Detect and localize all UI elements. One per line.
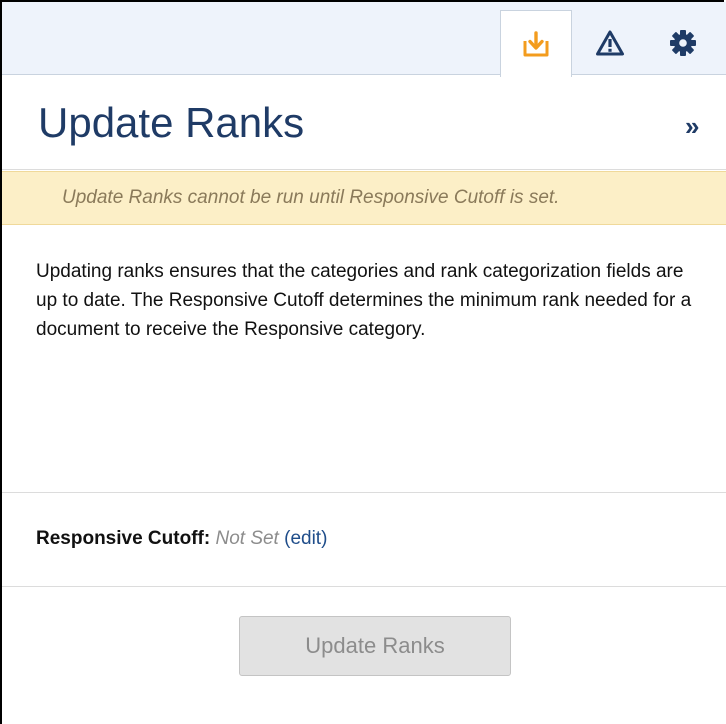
panel-header: Update Ranks » [2,75,726,170]
warning-banner: Update Ranks cannot be run until Respons… [2,171,726,225]
tab-update-ranks[interactable] [500,10,572,77]
section-divider [2,492,726,493]
gear-icon [669,29,697,57]
collapse-panel-button[interactable]: » [685,113,699,139]
panel-tab-bar [2,2,726,77]
warning-triangle-icon [595,29,625,57]
tab-warnings[interactable] [577,10,643,76]
update-ranks-button[interactable]: Update Ranks [239,616,511,676]
responsive-cutoff-row: Responsive Cutoff: Not Set (edit) [36,528,327,550]
edit-cutoff-link[interactable]: (edit) [284,528,327,549]
download-tray-icon [522,30,550,58]
description-text: Updating ranks ensures that the categori… [36,261,692,340]
cutoff-value: Not Set [215,528,279,549]
warning-message: Update Ranks cannot be run until Respons… [62,187,560,208]
page-title: Update Ranks [38,99,305,146]
section-divider [2,586,726,587]
tab-settings[interactable] [648,10,718,76]
cutoff-label: Responsive Cutoff: [36,528,211,549]
